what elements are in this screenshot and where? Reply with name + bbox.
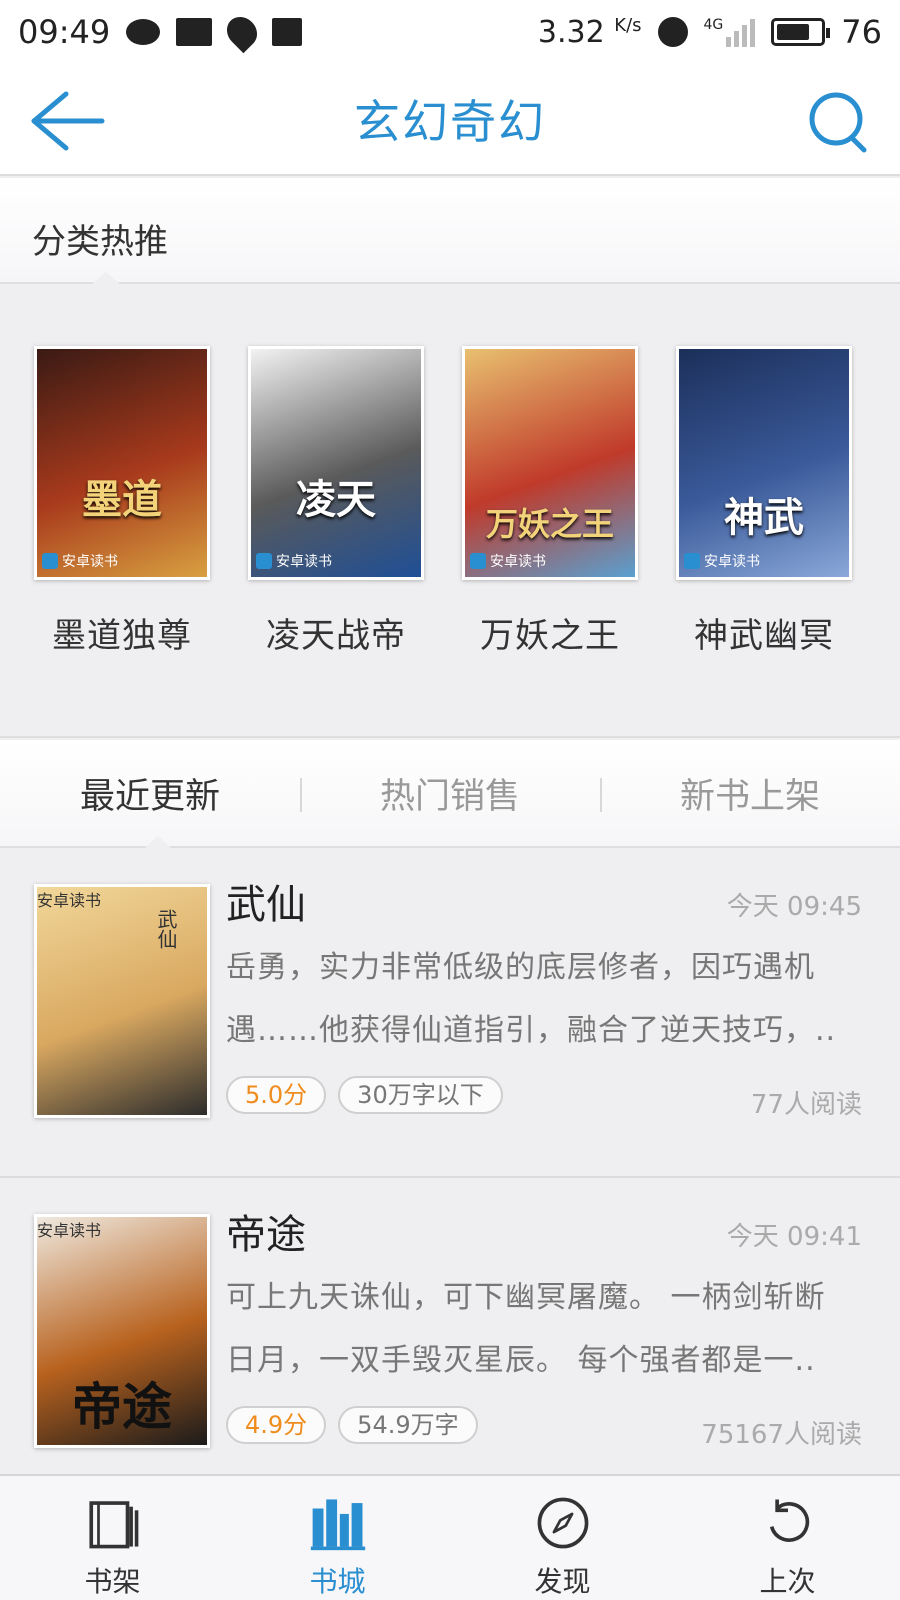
bookstore-icon [310, 1499, 365, 1551]
tab-new-books[interactable]: 新书上架 [600, 740, 900, 846]
header: 玄幻奇幻 [0, 64, 900, 176]
reader-count: 77人阅读 [750, 1090, 862, 1120]
book-cover[interactable]: 万妖之王 安卓读书 [462, 346, 638, 580]
book-description: 岳勇，实力非常低级的底层修者，因巧遇机 遇……他获得仙道指引，融合了逆天技巧，.… [226, 936, 856, 1062]
book-description: 可上九天诛仙，可下幽冥屠魔。 一柄剑斩断 日月，一双手毁灭星辰。 每个强者都是一… [226, 1266, 856, 1392]
hot-book-item[interactable]: 神武 安卓读书 神武幽冥 [676, 346, 852, 657]
score-badge: 4.9分 [226, 1406, 327, 1444]
location-icon [221, 10, 264, 54]
hot-book-item[interactable]: 墨道 安卓读书 墨道独尊 [34, 346, 210, 657]
nav-bookshelf[interactable]: 书架 [0, 1476, 225, 1600]
cover-title: 墨道 [82, 476, 162, 523]
brand-logo-icon [470, 553, 486, 569]
search-icon[interactable] [806, 86, 870, 156]
cover-title: 神武 [724, 494, 804, 541]
cover-brand: 安卓读书 [684, 551, 760, 571]
hot-book-item[interactable]: 凌天 安卓读书 凌天战帝 [248, 346, 424, 657]
book-cover[interactable]: 武仙 安卓读书 [34, 884, 210, 1118]
hot-book-title[interactable]: 万妖之王 [462, 608, 638, 657]
bottom-nav: 书架 书城 发现 上次 [0, 1474, 900, 1600]
last-read-icon [769, 1499, 809, 1542]
score-badge: 5.0分 [226, 1076, 327, 1114]
list-tabs: 最近更新 热门销售 新书上架 [0, 740, 900, 848]
hot-book-item[interactable]: 万妖之王 安卓读书 万妖之王 [462, 346, 638, 657]
nav-label: 书架 [84, 1565, 141, 1598]
tab-hot-sales[interactable]: 热门销售 [300, 740, 600, 846]
battery-level: 76 [841, 13, 882, 51]
nav-last-read[interactable]: 上次 [675, 1476, 900, 1600]
network-speed: 3.32 K/s [537, 14, 642, 50]
battery-icon [771, 18, 831, 46]
nav-label: 上次 [759, 1565, 816, 1598]
length-badge: 54.9万字 [338, 1406, 478, 1444]
nav-label: 发现 [534, 1565, 591, 1598]
image-icon [176, 18, 213, 46]
book-title[interactable]: 帝途 [226, 1202, 306, 1260]
video-icon [272, 18, 303, 46]
section-notch [92, 272, 120, 284]
status-time: 09:49 [18, 13, 111, 51]
book-tags: 5.0分 30万字以下 [226, 1076, 503, 1114]
nav-discover[interactable]: 发现 [450, 1476, 675, 1600]
book-list-item[interactable]: 武仙 安卓读书 武仙 今天 09:45 岳勇，实力非常低级的底层修者，因巧遇机 … [0, 850, 900, 1178]
nav-bookstore[interactable]: 书城 [225, 1476, 450, 1600]
description-line: 日月，一双手毁灭星辰。 每个强者都是一.. [226, 1343, 816, 1378]
tab-notch [145, 836, 171, 848]
cover-brand: 安卓读书 [470, 551, 546, 571]
cover-title: 帝途 [72, 1377, 172, 1436]
description-line: 遇……他获得仙道指引，融合了逆天技巧，.. [226, 1013, 837, 1048]
alarm-icon [657, 17, 688, 47]
update-time: 今天 09:41 [726, 1222, 862, 1252]
hot-book-title[interactable]: 墨道独尊 [34, 608, 210, 657]
brand-logo-icon [42, 553, 58, 569]
cover-title: 万妖之王 [485, 505, 614, 543]
hot-section-label: 分类热推 [32, 222, 168, 262]
back-arrow-icon[interactable] [28, 86, 108, 156]
status-bar: 09:49 3.32 K/s 4G 76 [0, 0, 900, 64]
brand-logo-icon [684, 553, 700, 569]
reader-count: 75167人阅读 [701, 1420, 862, 1450]
compass-icon [537, 1497, 588, 1549]
hot-book-title[interactable]: 神武幽冥 [676, 608, 852, 657]
cover-title: 武仙 [154, 909, 178, 949]
hot-section-header: 分类热推 [0, 178, 900, 284]
book-cover[interactable]: 神武 安卓读书 [676, 346, 852, 580]
length-badge: 30万字以下 [338, 1076, 503, 1114]
cover-brand: 安卓读书 [42, 551, 118, 571]
hot-book-title[interactable]: 凌天战帝 [248, 608, 424, 657]
brand-logo-icon [256, 553, 272, 569]
book-cover[interactable]: 墨道 安卓读书 [34, 346, 210, 580]
message-icon [126, 19, 161, 45]
bookshelf-icon [88, 1501, 138, 1549]
tab-recent-updates[interactable]: 最近更新 [0, 740, 300, 846]
book-title[interactable]: 武仙 [226, 872, 306, 930]
book-cover[interactable]: 凌天 安卓读书 [248, 346, 424, 580]
hot-books-grid: 墨道 安卓读书 墨道独尊 凌天 安卓读书 凌天战帝 万妖之王 安卓读书 万妖之王… [0, 286, 900, 738]
description-line: 岳勇，实力非常低级的底层修者，因巧遇机 [226, 950, 815, 985]
cover-title: 凌天 [296, 476, 376, 523]
page-title: 玄幻奇幻 [354, 95, 546, 149]
cover-brand: 安卓读书 [37, 891, 102, 910]
battery-fill [777, 24, 810, 40]
description-line: 可上九天诛仙，可下幽冥屠魔。 一柄剑斩断 [226, 1280, 826, 1315]
update-time: 今天 09:45 [726, 892, 862, 922]
signal-icon: 4G [704, 17, 756, 47]
nav-label: 书城 [309, 1565, 366, 1598]
book-list-item[interactable]: 帝途 安卓读书 帝途 今天 09:41 可上九天诛仙，可下幽冥屠魔。 一柄剑斩断… [0, 1180, 900, 1508]
book-tags: 4.9分 54.9万字 [226, 1406, 478, 1444]
cover-brand: 安卓读书 [256, 551, 332, 571]
cover-brand: 安卓读书 [37, 1221, 102, 1240]
book-cover[interactable]: 帝途 安卓读书 [34, 1214, 210, 1448]
